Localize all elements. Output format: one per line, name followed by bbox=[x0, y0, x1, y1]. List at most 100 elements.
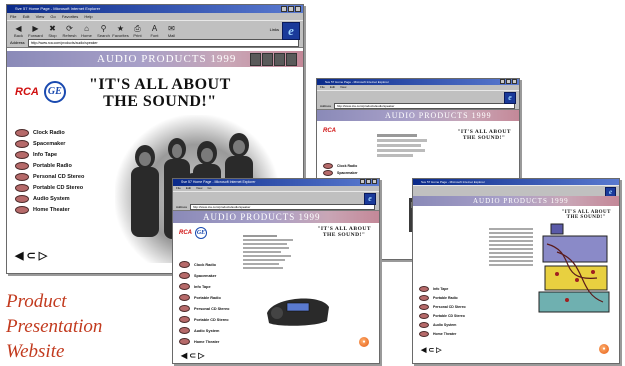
nav-label: Portable Radio bbox=[433, 295, 458, 300]
menu-file[interactable]: File bbox=[320, 85, 325, 89]
nav-label: Audio System bbox=[194, 328, 220, 333]
home-icon: ⌂ bbox=[84, 24, 89, 33]
nav-label: Portable Radio bbox=[33, 162, 72, 169]
rca-logo[interactable]: RCA bbox=[15, 86, 39, 98]
browser-window-3: Sve 57 Home Page - Microsoft Internet Ex… bbox=[412, 178, 620, 364]
banner-faces bbox=[250, 53, 297, 66]
maximize-icon[interactable] bbox=[288, 6, 294, 12]
nav-info-tape[interactable]: Info Tape bbox=[15, 149, 84, 160]
nav-label: Spacemaker bbox=[33, 140, 66, 147]
address-input[interactable]: http://www.rca.com/products/audio/speake… bbox=[190, 204, 375, 210]
font-icon: A bbox=[151, 24, 158, 33]
menu-go[interactable]: Go bbox=[207, 186, 211, 190]
title-bar: Sve 57 Home Page - Microsoft Internet Ex… bbox=[7, 5, 303, 13]
nav-list: Clock Radio Spacemaker bbox=[323, 162, 358, 176]
search-icon: ⚲ bbox=[100, 24, 107, 33]
font-button[interactable]: A Font bbox=[146, 23, 163, 39]
nav-label: Portable CD Stereo bbox=[194, 317, 229, 322]
mail-button[interactable]: ✉ Mail bbox=[163, 23, 180, 39]
arrows-label: ◀ ⊂ ▷ bbox=[15, 250, 48, 262]
title-line-3: Website bbox=[6, 341, 65, 362]
refresh-button[interactable]: ⟳ Refresh bbox=[61, 23, 78, 39]
page-arrows[interactable]: ◀ ⊂ ▷ bbox=[181, 351, 204, 360]
nav-list: Clock Radio Spacemaker Info Tape Portabl… bbox=[15, 127, 84, 215]
nav-audio-system[interactable]: Audio System bbox=[15, 193, 84, 204]
orange-badge-icon[interactable]: ● bbox=[599, 344, 609, 354]
nav-home-theater[interactable]: Home Theater bbox=[419, 329, 466, 338]
site-banner: AUDIO PRODUCTS 1999 bbox=[317, 110, 519, 121]
site-banner: AUDIO PRODUCTS 1999 bbox=[173, 211, 379, 223]
nav-portable-cd[interactable]: Portable CD Stereo bbox=[15, 182, 84, 193]
nav-spacemaker[interactable]: Spacemaker bbox=[323, 169, 358, 176]
favorites-icon: ★ bbox=[116, 24, 125, 33]
window-title: Sve 57 Home Page - Microsoft Internet Ex… bbox=[15, 6, 101, 11]
address-input[interactable]: http://www.rca.com/products/audio/speake… bbox=[334, 103, 515, 109]
nav-label: Clock Radio bbox=[33, 129, 65, 136]
page-arrows[interactable]: ◀ ⊂ ▷ bbox=[15, 249, 47, 262]
page-arrows[interactable]: ◀ ⊂ ▷ bbox=[421, 346, 442, 354]
menu-edit[interactable]: Edit bbox=[23, 14, 30, 19]
nav-personal-cd[interactable]: Personal CD Stereo bbox=[419, 302, 466, 311]
home-button[interactable]: ⌂ Home bbox=[78, 23, 95, 39]
slogan-line-2: THE SOUND!" bbox=[322, 231, 366, 238]
favorites-label: Favorites bbox=[112, 33, 129, 38]
forward-button[interactable]: ▶ Forward bbox=[27, 23, 44, 39]
nav-spacemaker[interactable]: Spacemaker bbox=[15, 138, 84, 149]
favorites-button[interactable]: ★ Favorites bbox=[112, 23, 129, 39]
nav-portable-radio[interactable]: Portable Radio bbox=[419, 293, 466, 302]
page-content: AUDIO PRODUCTS 1999 "IT'S ALL ABOUT THE S… bbox=[413, 196, 619, 363]
title-bar: Sve 57 Home Page - Microsoft Internet Ex… bbox=[173, 179, 379, 186]
menu-view[interactable]: View bbox=[196, 186, 202, 190]
banner-title: AUDIO PRODUCTS 1999 bbox=[97, 53, 237, 65]
slogan: "IT'S ALL ABOUT THE SOUND!" bbox=[89, 76, 231, 111]
address-input[interactable]: http://www.rca.com/products/audio/speake… bbox=[27, 39, 299, 47]
ge-logo[interactable]: GE bbox=[195, 227, 207, 239]
nav-clock-radio[interactable]: Clock Radio bbox=[15, 127, 84, 138]
nav-spacemaker[interactable]: Spacemaker bbox=[179, 270, 229, 281]
forward-arrow-icon: ▶ bbox=[32, 24, 39, 33]
menu-edit[interactable]: Edit bbox=[186, 186, 191, 190]
slogan-line-2: THE SOUND!" bbox=[462, 134, 506, 141]
nav-portable-cd[interactable]: Portable CD Stereo bbox=[179, 314, 229, 325]
stop-button[interactable]: ✖ Stop bbox=[44, 23, 61, 39]
search-button[interactable]: ⚲ Search bbox=[95, 23, 112, 39]
nav-portable-radio[interactable]: Portable Radio bbox=[179, 292, 229, 303]
nav-portable-radio[interactable]: Portable Radio bbox=[15, 160, 84, 171]
nav-personal-cd[interactable]: Personal CD Stereo bbox=[15, 171, 84, 182]
nav-info-tape[interactable]: Info Tape bbox=[179, 281, 229, 292]
nav-info-tape[interactable]: Info Tape bbox=[419, 284, 466, 293]
print-button[interactable]: ⎙ Print bbox=[129, 23, 146, 39]
ge-logo[interactable]: GE bbox=[43, 81, 66, 103]
back-button[interactable]: ◀ Back bbox=[10, 23, 27, 39]
menu-view[interactable]: View bbox=[340, 85, 346, 89]
address-label: Address bbox=[10, 40, 25, 45]
menu-help[interactable]: Help bbox=[84, 14, 92, 19]
nav-label: Info Tape bbox=[433, 286, 449, 291]
slogan-line-1: "IT'S ALL ABOUT bbox=[89, 76, 231, 93]
minimize-icon[interactable] bbox=[281, 6, 287, 12]
nav-audio-system[interactable]: Audio System bbox=[419, 320, 466, 329]
address-bar: Address http://www.rca.com/products/audio… bbox=[317, 103, 519, 110]
menu-file[interactable]: File bbox=[176, 186, 181, 190]
close-icon[interactable] bbox=[295, 6, 301, 12]
menu-go[interactable]: Go bbox=[50, 14, 55, 19]
nav-clock-radio[interactable]: Clock Radio bbox=[179, 259, 229, 270]
nav-portable-cd[interactable]: Portable CD Stereo bbox=[419, 311, 466, 320]
nav-label: Home Theater bbox=[433, 331, 457, 336]
rca-logo[interactable]: RCA bbox=[323, 128, 336, 134]
rca-logo[interactable]: RCA bbox=[179, 230, 192, 236]
menu-favorites[interactable]: Favorites bbox=[62, 14, 78, 19]
back-arrow-icon: ◀ bbox=[15, 24, 22, 33]
search-label: Search bbox=[97, 33, 110, 38]
nav-personal-cd[interactable]: Personal CD Stereo bbox=[179, 303, 229, 314]
menu-file[interactable]: File bbox=[10, 14, 16, 19]
nav-audio-system[interactable]: Audio System bbox=[179, 325, 229, 336]
links-label[interactable]: Links bbox=[270, 27, 279, 32]
nav-home-theater[interactable]: Home Theater bbox=[179, 336, 229, 347]
print-label: Print bbox=[133, 33, 142, 38]
nav-home-theater[interactable]: Home Theater bbox=[15, 204, 84, 215]
nav-clock-radio[interactable]: Clock Radio bbox=[323, 162, 358, 169]
orange-badge-icon[interactable]: ● bbox=[359, 337, 369, 347]
menu-edit[interactable]: Edit bbox=[330, 85, 335, 89]
menu-view[interactable]: View bbox=[36, 14, 45, 19]
